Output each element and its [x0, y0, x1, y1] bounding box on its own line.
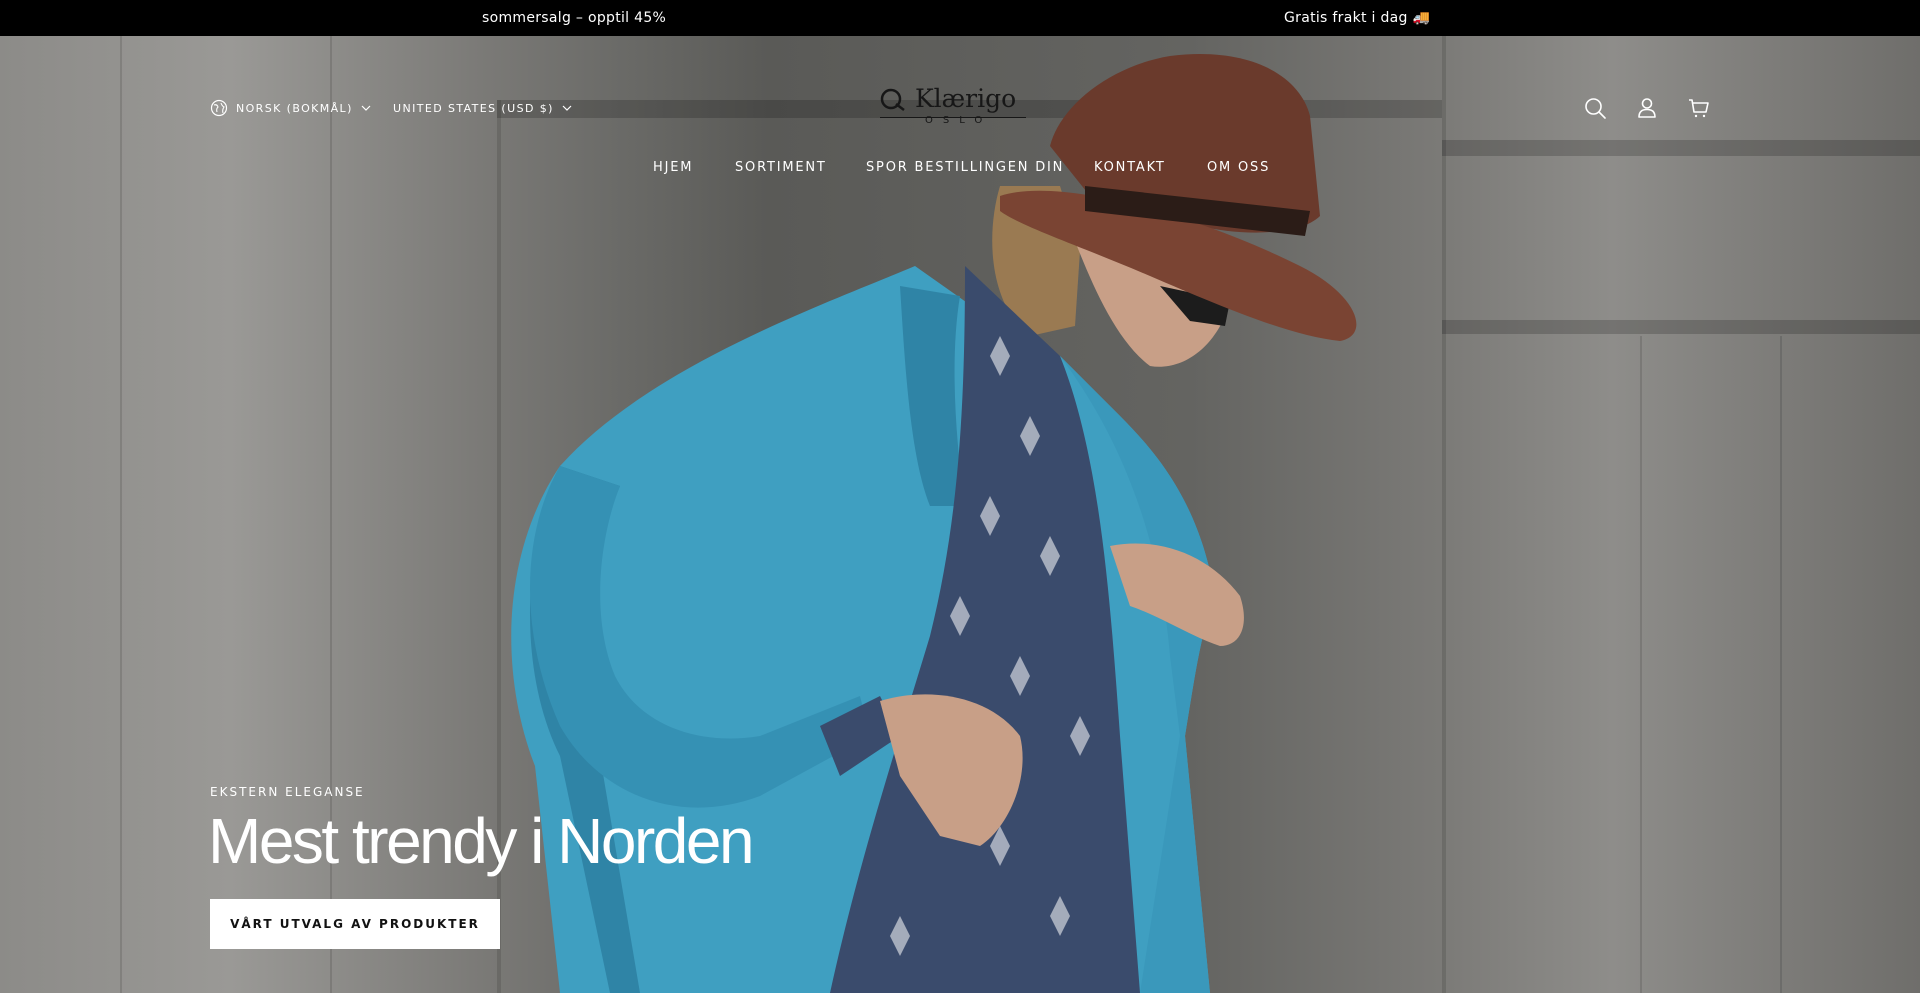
logo-subtitle: OSLO [925, 115, 993, 126]
logo-mark-icon [880, 88, 905, 111]
nav-item-track-order[interactable]: SPOR BESTILLINGEN DIN [866, 158, 1064, 178]
chevron-down-icon [562, 105, 572, 111]
store-logo[interactable]: Klærigo OSLO [880, 84, 1026, 130]
nav-item-contact[interactable]: KONTAKT [1094, 158, 1166, 178]
account-icon[interactable] [1635, 96, 1659, 120]
currency-label: United States (USD $) [393, 101, 554, 115]
main-navigation: HJEM SORTIMENT SPOR BESTILLINGEN DIN KON… [0, 158, 1920, 178]
nav-item-catalog[interactable]: SORTIMENT [735, 158, 827, 178]
language-label: Norsk (Bokmål) [236, 101, 353, 115]
shop-products-button[interactable]: VÅRT UTVALG AV PRODUKTER [210, 899, 500, 949]
hero-headline: Mest trendy i Norden [208, 805, 755, 877]
announcement-bar: sommersalg – opptil 45% Gratis frakt i d… [0, 0, 1920, 36]
hero-eyebrow: EKSTERN ELEGANSE [210, 785, 365, 799]
hero-banner: Norsk (Bokmål) United States (USD $) Klæ… [0, 36, 1920, 993]
nav-item-about[interactable]: OM OSS [1207, 158, 1270, 178]
announcement-sale-text: sommersalg – opptil 45% [482, 10, 667, 26]
globe-icon [210, 99, 228, 117]
chevron-down-icon [361, 105, 371, 111]
language-selector[interactable]: Norsk (Bokmål) [210, 97, 371, 119]
nav-item-home[interactable]: HJEM [653, 158, 693, 178]
search-icon[interactable] [1583, 96, 1607, 120]
cart-icon[interactable] [1687, 96, 1711, 120]
announcement-shipping-text: Gratis frakt i dag 🚚 [1284, 10, 1431, 26]
logo-wordmark: Klærigo [915, 84, 1017, 113]
currency-selector[interactable]: United States (USD $) [393, 97, 572, 119]
